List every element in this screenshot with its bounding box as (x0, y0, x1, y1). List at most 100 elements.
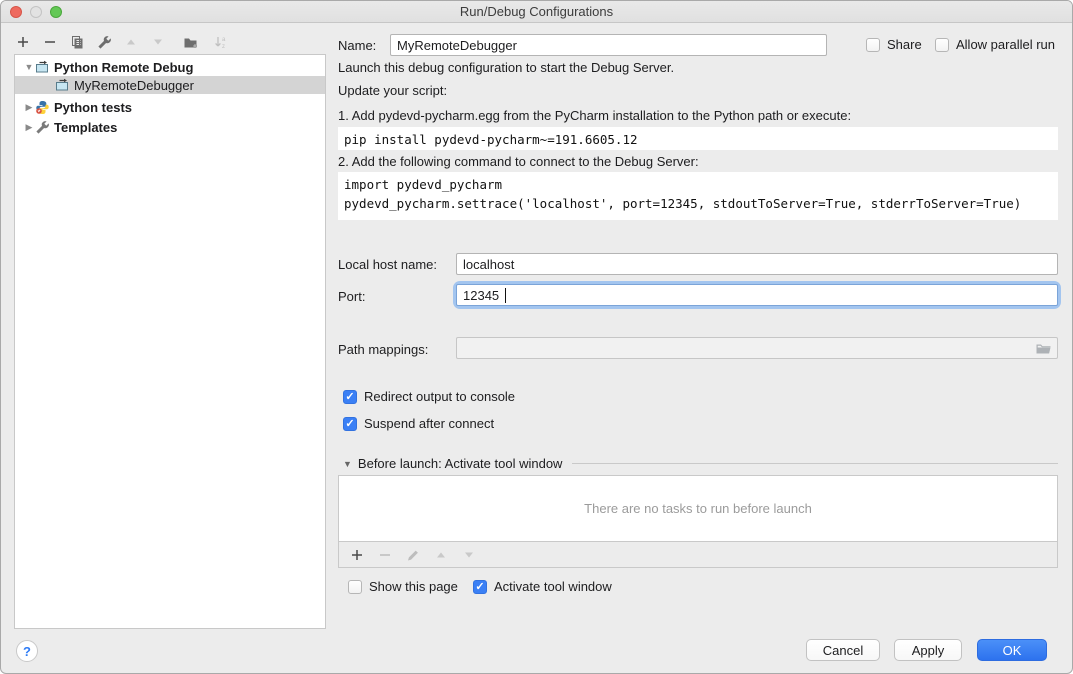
sort-alpha-icon: az (213, 35, 228, 50)
run-debug-configurations-dialog: Run/Debug Configurations az ▼ (0, 0, 1073, 674)
question-mark-icon: ? (23, 644, 31, 659)
before-launch-task-list[interactable]: There are no tasks to run before launch (338, 475, 1058, 542)
port-input[interactable] (456, 284, 1058, 306)
show-this-page-checkbox[interactable] (348, 580, 362, 594)
section-rule (572, 463, 1058, 464)
create-folder-button[interactable] (183, 34, 199, 50)
tree-item-python-remote-debug[interactable]: ▼ Python Remote Debug (15, 58, 325, 76)
tree-item-label: Python tests (54, 100, 132, 115)
edit-task-button[interactable] (405, 547, 421, 563)
minus-icon (378, 548, 392, 562)
minimize-window-button[interactable] (30, 6, 42, 18)
suspend-after-connect-label[interactable]: Suspend after connect (364, 416, 494, 431)
expander-collapsed-icon[interactable]: ▶ (23, 122, 35, 133)
new-folder-icon (183, 35, 199, 50)
ok-button[interactable]: OK (977, 639, 1047, 661)
add-task-button[interactable] (349, 547, 365, 563)
arrow-up-icon (434, 548, 448, 562)
configurations-tree: ▼ Python Remote Debug MyRemoteDebugger ▶… (14, 54, 326, 629)
name-label: Name: (338, 38, 376, 53)
move-down-button[interactable] (150, 34, 166, 50)
show-this-page-label[interactable]: Show this page (369, 579, 458, 594)
move-task-down-button[interactable] (461, 547, 477, 563)
name-input[interactable] (390, 34, 827, 56)
activate-tool-window-checkbox[interactable]: ✓ (473, 580, 487, 594)
svg-text:a: a (222, 37, 226, 43)
path-mappings-field[interactable] (456, 337, 1058, 359)
tree-item-myremotedebugger[interactable]: MyRemoteDebugger (15, 76, 325, 94)
configuration-editor-panel: Name: Share Allow parallel run Launch th… (338, 23, 1058, 673)
tree-item-label: Python Remote Debug (54, 60, 193, 75)
templates-wrench-icon (35, 120, 50, 135)
description-line-1: Launch this debug configuration to start… (338, 60, 674, 75)
name-field-wrap (390, 34, 827, 56)
arrow-down-icon (151, 35, 165, 49)
help-button[interactable]: ? (16, 640, 38, 662)
pencil-icon (406, 548, 420, 562)
share-checkbox[interactable] (866, 38, 880, 52)
text-caret (505, 288, 506, 303)
copy-configuration-button[interactable] (69, 34, 85, 50)
remote-debug-icon (55, 78, 70, 93)
redirect-output-label[interactable]: Redirect output to console (364, 389, 515, 404)
settrace-code-block: import pydevd_pycharm pydevd_pycharm.set… (338, 172, 1058, 220)
share-checkbox-row[interactable]: Share (866, 37, 922, 52)
pip-install-code-block: pip install pydevd-pycharm~=191.6605.12 (338, 127, 1058, 150)
arrow-down-icon (462, 548, 476, 562)
minus-icon (43, 35, 57, 49)
edit-templates-button[interactable] (96, 34, 112, 50)
remove-configuration-button[interactable] (42, 34, 58, 50)
expander-expanded-icon[interactable]: ▼ (23, 62, 35, 72)
titlebar[interactable]: Run/Debug Configurations (1, 1, 1072, 23)
folder-icon[interactable] (1035, 341, 1052, 358)
allow-parallel-checkbox-row[interactable]: Allow parallel run (935, 37, 1055, 52)
port-label: Port: (338, 289, 365, 304)
add-configuration-button[interactable] (15, 34, 31, 50)
suspend-after-connect-row[interactable]: ✓ Suspend after connect (343, 416, 494, 431)
expander-collapsed-icon[interactable]: ▶ (23, 102, 35, 113)
allow-parallel-run-label[interactable]: Allow parallel run (956, 37, 1055, 52)
before-launch-section-header[interactable]: ▼ Before launch: Activate tool window (343, 456, 1058, 471)
window-title: Run/Debug Configurations (460, 4, 613, 19)
plus-icon (16, 35, 30, 49)
code-line-settrace: pydevd_pycharm.settrace('localhost', por… (344, 196, 1021, 211)
description-line-2: Update your script: (338, 83, 447, 98)
share-label[interactable]: Share (887, 37, 922, 52)
activate-tool-window-label[interactable]: Activate tool window (494, 579, 612, 594)
before-launch-title: Before launch: Activate tool window (358, 456, 563, 471)
empty-tasks-message: There are no tasks to run before launch (584, 501, 812, 516)
python-tests-icon (35, 100, 50, 115)
tree-item-label: MyRemoteDebugger (74, 78, 194, 93)
redirect-output-checkbox[interactable]: ✓ (343, 390, 357, 404)
wrench-icon (97, 35, 112, 50)
suspend-after-connect-checkbox[interactable]: ✓ (343, 417, 357, 431)
code-line-import: import pydevd_pycharm (344, 177, 502, 192)
port-field-wrap (456, 284, 1058, 306)
allow-parallel-run-checkbox[interactable] (935, 38, 949, 52)
zoom-window-button[interactable] (50, 6, 62, 18)
arrow-up-icon (124, 35, 138, 49)
apply-button[interactable]: Apply (894, 639, 962, 661)
plus-icon (350, 548, 364, 562)
section-expander-icon[interactable]: ▼ (343, 459, 352, 469)
activate-tool-window-row[interactable]: ✓ Activate tool window (473, 579, 612, 594)
svg-text:z: z (222, 44, 225, 50)
sort-configurations-button[interactable]: az (212, 34, 228, 50)
configurations-toolbar: az (15, 30, 228, 54)
local-host-field-wrap (456, 253, 1058, 275)
remove-task-button[interactable] (377, 547, 393, 563)
step-2-text: 2. Add the following command to connect … (338, 154, 699, 169)
tree-item-templates[interactable]: ▶ Templates (15, 118, 325, 136)
close-window-button[interactable] (10, 6, 22, 18)
tree-item-label: Templates (54, 120, 117, 135)
local-host-name-input[interactable] (456, 253, 1058, 275)
tree-item-python-tests[interactable]: ▶ Python tests (15, 98, 325, 116)
redirect-output-row[interactable]: ✓ Redirect output to console (343, 389, 515, 404)
copy-icon (70, 35, 85, 50)
move-up-button[interactable] (123, 34, 139, 50)
local-host-name-label: Local host name: (338, 257, 437, 272)
cancel-button[interactable]: Cancel (806, 639, 880, 661)
step-1-text: 1. Add pydevd-pycharm.egg from the PyCha… (338, 108, 851, 123)
move-task-up-button[interactable] (433, 547, 449, 563)
show-this-page-row[interactable]: Show this page (348, 579, 458, 594)
